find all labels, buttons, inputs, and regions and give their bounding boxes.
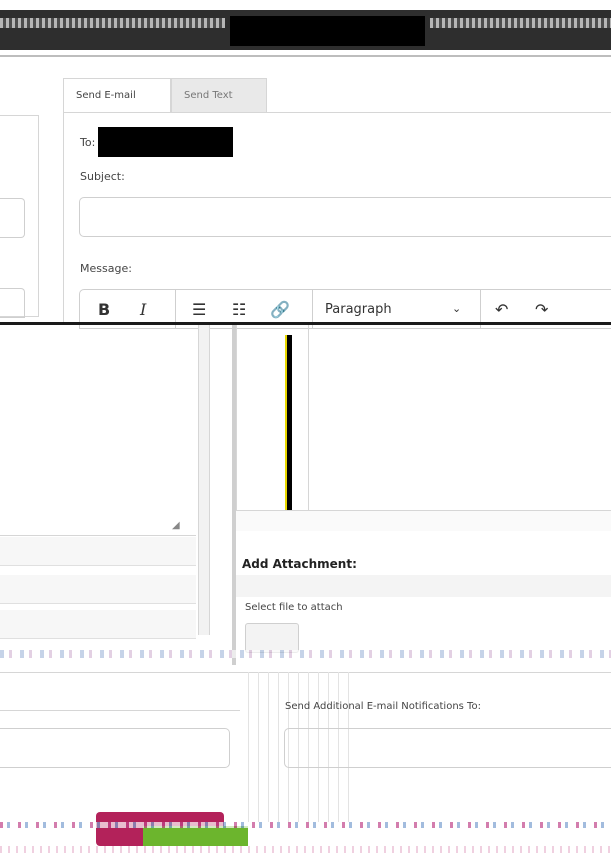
to-recipient-redaction bbox=[98, 127, 233, 157]
left-notification-input[interactable] bbox=[0, 728, 230, 768]
left-input[interactable] bbox=[0, 198, 25, 238]
numbered-list-icon[interactable]: ☷ bbox=[232, 300, 246, 319]
header-bar bbox=[0, 10, 611, 50]
link-icon[interactable]: 🔗 bbox=[270, 300, 290, 319]
redo-icon[interactable]: ↷ bbox=[535, 300, 548, 319]
left-row bbox=[0, 575, 196, 604]
tab-send-email[interactable]: Send E-mail bbox=[63, 78, 171, 112]
italic-button[interactable]: I bbox=[140, 300, 146, 319]
resize-grip-icon[interactable]: ◢ bbox=[172, 520, 180, 531]
choose-file-button[interactable] bbox=[245, 623, 299, 653]
render-noise-edge bbox=[0, 846, 611, 853]
header-redaction bbox=[230, 16, 425, 46]
message-label: Message: bbox=[80, 262, 132, 275]
header-noise-right bbox=[430, 18, 611, 28]
left-input-2[interactable] bbox=[0, 288, 25, 318]
chevron-down-icon[interactable]: ⌄ bbox=[452, 302, 461, 315]
left-divider bbox=[0, 710, 240, 711]
to-label: To: bbox=[80, 136, 96, 149]
left-row bbox=[0, 537, 196, 566]
tab-send-text[interactable]: Send Text bbox=[171, 78, 267, 112]
undo-icon[interactable]: ↶ bbox=[495, 300, 508, 319]
render-noise-bottom bbox=[0, 822, 611, 828]
subject-label: Subject: bbox=[80, 170, 125, 183]
notifications-email-input[interactable] bbox=[284, 728, 611, 768]
secondary-button[interactable] bbox=[143, 826, 248, 846]
header-divider bbox=[0, 55, 611, 57]
left-textarea[interactable] bbox=[0, 330, 196, 536]
subject-input[interactable] bbox=[79, 197, 611, 237]
select-file-label: Select file to attach bbox=[245, 602, 343, 613]
attachment-title: Add Attachment: bbox=[242, 557, 357, 571]
notifications-label: Send Additional E-mail Notifications To: bbox=[285, 701, 481, 712]
editor-status-bar bbox=[236, 510, 611, 531]
bullet-list-icon[interactable]: ☰ bbox=[192, 300, 206, 319]
bold-button[interactable]: B bbox=[98, 300, 110, 319]
message-editor[interactable] bbox=[236, 325, 611, 530]
render-noise-line bbox=[0, 650, 611, 658]
text-cursor-icon bbox=[287, 335, 292, 530]
left-row bbox=[0, 610, 196, 639]
editor-divider bbox=[308, 325, 309, 510]
render-glitch-stripe bbox=[198, 325, 210, 635]
header-noise bbox=[0, 18, 225, 28]
block-format-select[interactable]: Paragraph bbox=[325, 302, 392, 317]
attachment-band bbox=[236, 575, 611, 597]
